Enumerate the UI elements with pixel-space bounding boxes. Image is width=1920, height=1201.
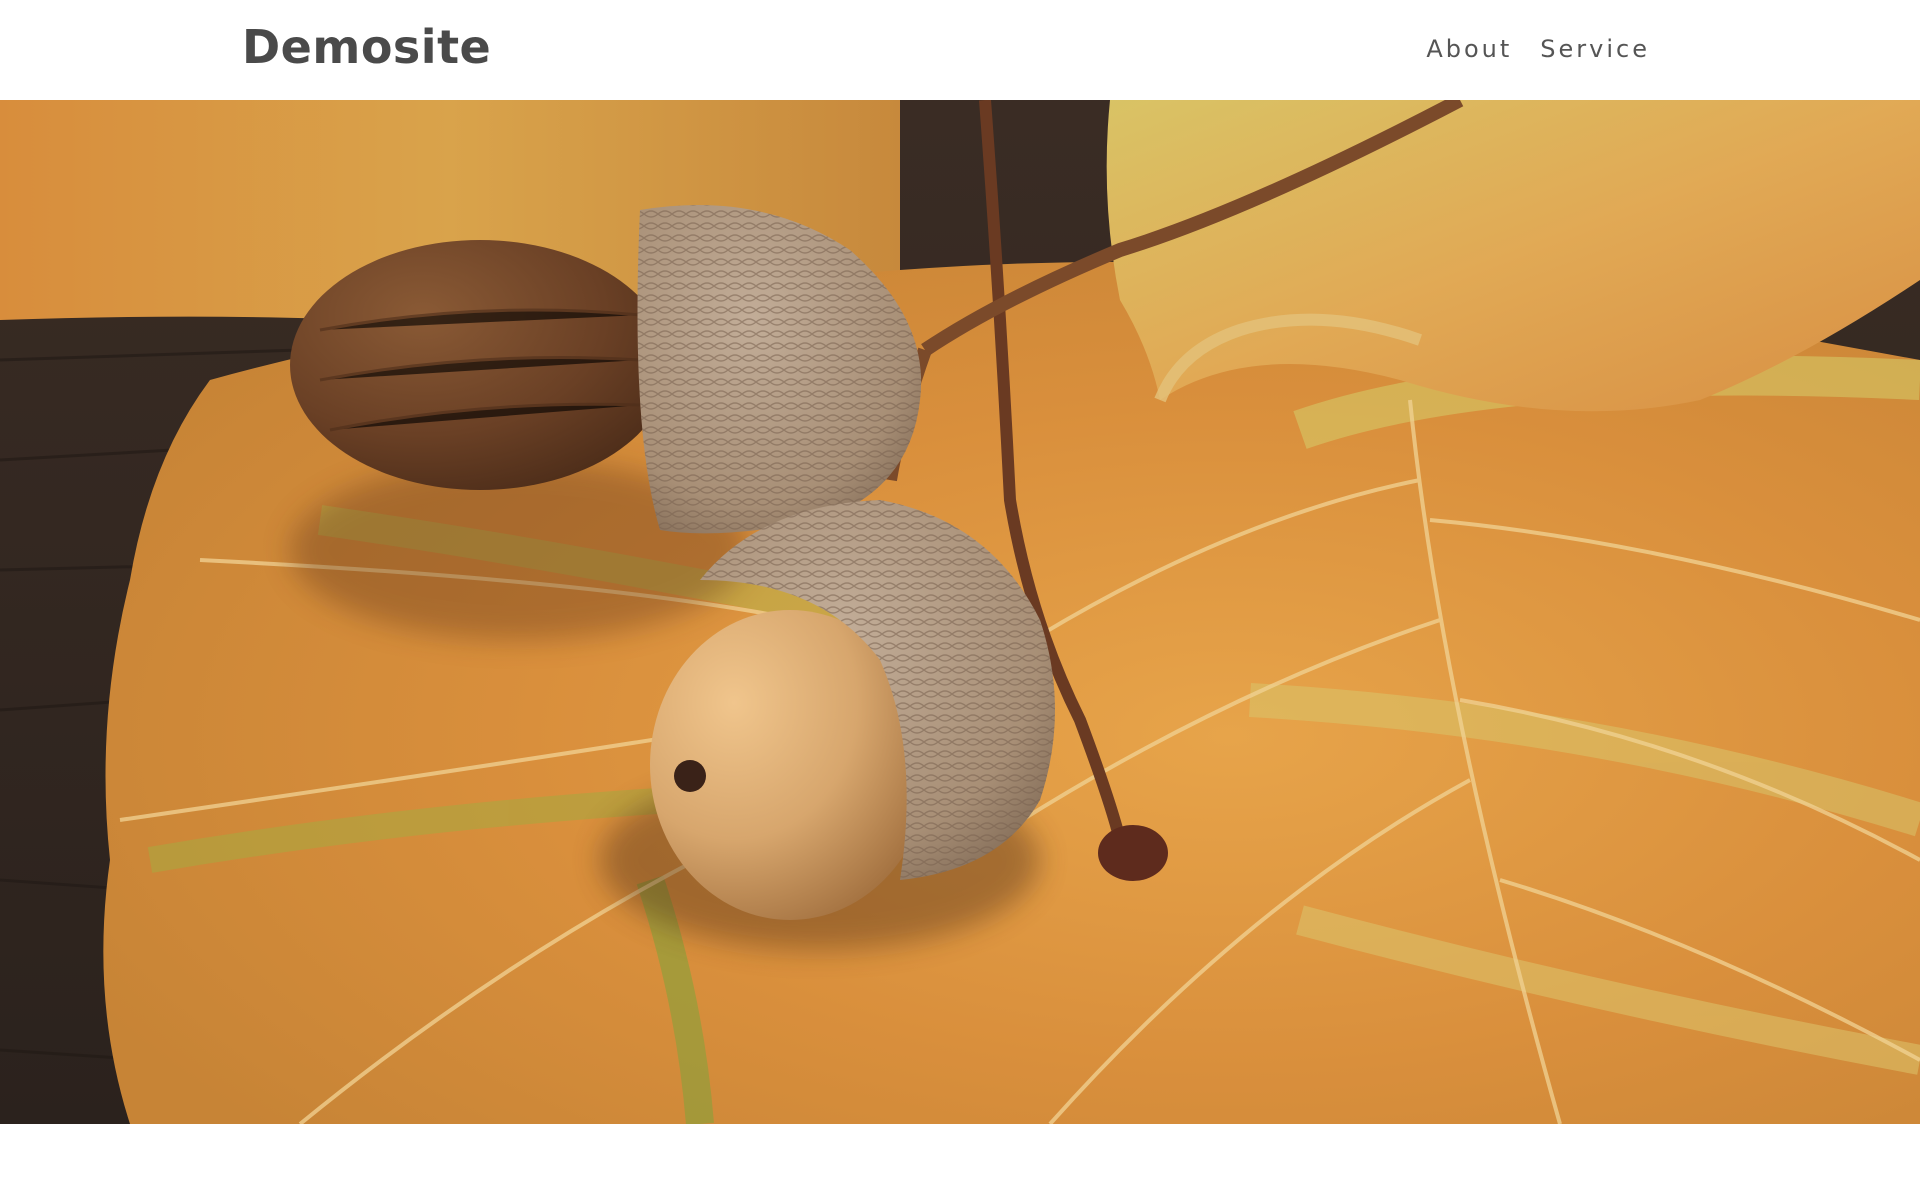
site-header: Demosite About Service [0, 0, 1920, 100]
main-nav: About Service [1426, 34, 1650, 64]
hero-illustration [0, 100, 1920, 1124]
nav-link-service[interactable]: Service [1540, 34, 1650, 64]
site-logo[interactable]: Demosite [242, 18, 491, 76]
nav-link-about[interactable]: About [1426, 34, 1512, 64]
hero-image [0, 100, 1920, 1124]
